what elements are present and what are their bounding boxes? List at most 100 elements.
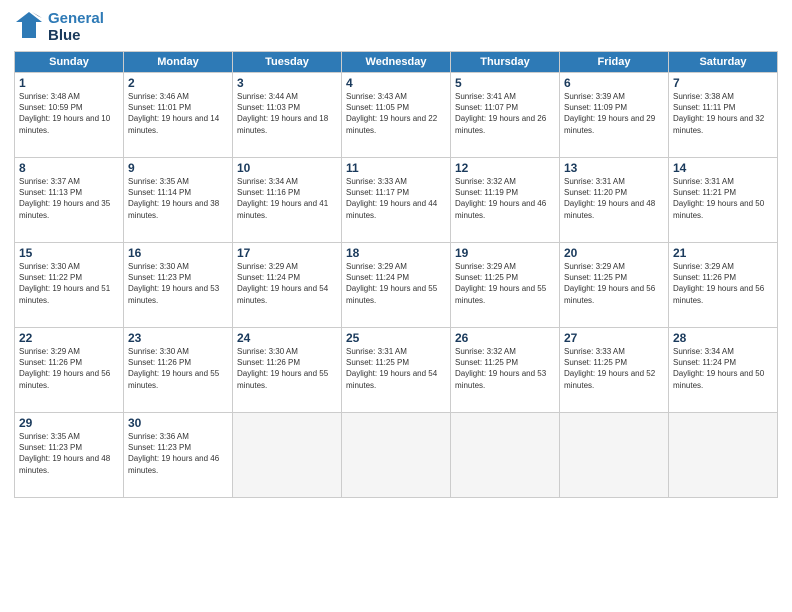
day-info: Sunrise: 3:39 AM Sunset: 11:09 PM Daylig… bbox=[564, 91, 664, 136]
calendar-cell: 5 Sunrise: 3:41 AM Sunset: 11:07 PM Dayl… bbox=[451, 73, 560, 158]
day-info: Sunrise: 3:33 AM Sunset: 11:17 PM Daylig… bbox=[346, 176, 446, 221]
day-number: 13 bbox=[564, 161, 664, 175]
day-info: Sunrise: 3:29 AM Sunset: 11:26 PM Daylig… bbox=[673, 261, 773, 306]
page-container: GeneralBlue SundayMondayTuesdayWednesday… bbox=[0, 0, 792, 612]
day-number: 29 bbox=[19, 416, 119, 430]
day-info: Sunrise: 3:29 AM Sunset: 11:24 PM Daylig… bbox=[237, 261, 337, 306]
day-number: 18 bbox=[346, 246, 446, 260]
calendar-cell: 27 Sunrise: 3:33 AM Sunset: 11:25 PM Day… bbox=[560, 328, 669, 413]
calendar-cell: 2 Sunrise: 3:46 AM Sunset: 11:01 PM Dayl… bbox=[124, 73, 233, 158]
day-number: 26 bbox=[455, 331, 555, 345]
day-number: 14 bbox=[673, 161, 773, 175]
day-number: 4 bbox=[346, 76, 446, 90]
calendar-cell: 29 Sunrise: 3:35 AM Sunset: 11:23 PM Day… bbox=[15, 413, 124, 498]
day-info: Sunrise: 3:29 AM Sunset: 11:25 PM Daylig… bbox=[564, 261, 664, 306]
calendar-cell: 8 Sunrise: 3:37 AM Sunset: 11:13 PM Dayl… bbox=[15, 158, 124, 243]
calendar-cell: 26 Sunrise: 3:32 AM Sunset: 11:25 PM Day… bbox=[451, 328, 560, 413]
day-number: 8 bbox=[19, 161, 119, 175]
calendar-cell: 20 Sunrise: 3:29 AM Sunset: 11:25 PM Day… bbox=[560, 243, 669, 328]
day-number: 21 bbox=[673, 246, 773, 260]
calendar-cell: 12 Sunrise: 3:32 AM Sunset: 11:19 PM Day… bbox=[451, 158, 560, 243]
day-number: 27 bbox=[564, 331, 664, 345]
calendar-cell: 17 Sunrise: 3:29 AM Sunset: 11:24 PM Day… bbox=[233, 243, 342, 328]
logo-icon bbox=[14, 10, 44, 45]
day-number: 1 bbox=[19, 76, 119, 90]
calendar-cell: 11 Sunrise: 3:33 AM Sunset: 11:17 PM Day… bbox=[342, 158, 451, 243]
day-info: Sunrise: 3:29 AM Sunset: 11:24 PM Daylig… bbox=[346, 261, 446, 306]
day-number: 15 bbox=[19, 246, 119, 260]
day-info: Sunrise: 3:48 AM Sunset: 10:59 PM Daylig… bbox=[19, 91, 119, 136]
calendar-cell: 13 Sunrise: 3:31 AM Sunset: 11:20 PM Day… bbox=[560, 158, 669, 243]
weekday-header: Wednesday bbox=[342, 52, 451, 73]
calendar-cell: 15 Sunrise: 3:30 AM Sunset: 11:22 PM Day… bbox=[15, 243, 124, 328]
day-info: Sunrise: 3:36 AM Sunset: 11:23 PM Daylig… bbox=[128, 431, 228, 476]
calendar-cell: 22 Sunrise: 3:29 AM Sunset: 11:26 PM Day… bbox=[15, 328, 124, 413]
logo-text: GeneralBlue bbox=[48, 11, 104, 44]
day-info: Sunrise: 3:41 AM Sunset: 11:07 PM Daylig… bbox=[455, 91, 555, 136]
day-number: 19 bbox=[455, 246, 555, 260]
day-info: Sunrise: 3:34 AM Sunset: 11:16 PM Daylig… bbox=[237, 176, 337, 221]
day-number: 17 bbox=[237, 246, 337, 260]
day-info: Sunrise: 3:30 AM Sunset: 11:26 PM Daylig… bbox=[237, 346, 337, 391]
calendar-cell: 19 Sunrise: 3:29 AM Sunset: 11:25 PM Day… bbox=[451, 243, 560, 328]
day-number: 7 bbox=[673, 76, 773, 90]
day-number: 3 bbox=[237, 76, 337, 90]
day-info: Sunrise: 3:35 AM Sunset: 11:14 PM Daylig… bbox=[128, 176, 228, 221]
day-number: 5 bbox=[455, 76, 555, 90]
day-info: Sunrise: 3:31 AM Sunset: 11:25 PM Daylig… bbox=[346, 346, 446, 391]
calendar-cell: 1 Sunrise: 3:48 AM Sunset: 10:59 PM Dayl… bbox=[15, 73, 124, 158]
day-number: 30 bbox=[128, 416, 228, 430]
calendar-cell bbox=[560, 413, 669, 498]
day-number: 23 bbox=[128, 331, 228, 345]
calendar-cell bbox=[233, 413, 342, 498]
weekday-header: Monday bbox=[124, 52, 233, 73]
logo: GeneralBlue bbox=[14, 10, 104, 45]
calendar-cell: 9 Sunrise: 3:35 AM Sunset: 11:14 PM Dayl… bbox=[124, 158, 233, 243]
weekday-header: Sunday bbox=[15, 52, 124, 73]
day-number: 6 bbox=[564, 76, 664, 90]
day-info: Sunrise: 3:43 AM Sunset: 11:05 PM Daylig… bbox=[346, 91, 446, 136]
day-info: Sunrise: 3:37 AM Sunset: 11:13 PM Daylig… bbox=[19, 176, 119, 221]
day-number: 10 bbox=[237, 161, 337, 175]
calendar-cell: 7 Sunrise: 3:38 AM Sunset: 11:11 PM Dayl… bbox=[669, 73, 778, 158]
day-number: 24 bbox=[237, 331, 337, 345]
calendar-cell: 16 Sunrise: 3:30 AM Sunset: 11:23 PM Day… bbox=[124, 243, 233, 328]
calendar-cell bbox=[669, 413, 778, 498]
day-info: Sunrise: 3:30 AM Sunset: 11:26 PM Daylig… bbox=[128, 346, 228, 391]
calendar-cell: 30 Sunrise: 3:36 AM Sunset: 11:23 PM Day… bbox=[124, 413, 233, 498]
calendar-cell: 4 Sunrise: 3:43 AM Sunset: 11:05 PM Dayl… bbox=[342, 73, 451, 158]
day-info: Sunrise: 3:30 AM Sunset: 11:22 PM Daylig… bbox=[19, 261, 119, 306]
day-info: Sunrise: 3:33 AM Sunset: 11:25 PM Daylig… bbox=[564, 346, 664, 391]
day-info: Sunrise: 3:34 AM Sunset: 11:24 PM Daylig… bbox=[673, 346, 773, 391]
day-info: Sunrise: 3:32 AM Sunset: 11:19 PM Daylig… bbox=[455, 176, 555, 221]
day-number: 25 bbox=[346, 331, 446, 345]
day-number: 20 bbox=[564, 246, 664, 260]
calendar-cell: 10 Sunrise: 3:34 AM Sunset: 11:16 PM Day… bbox=[233, 158, 342, 243]
calendar-cell bbox=[451, 413, 560, 498]
day-info: Sunrise: 3:29 AM Sunset: 11:26 PM Daylig… bbox=[19, 346, 119, 391]
calendar-cell: 18 Sunrise: 3:29 AM Sunset: 11:24 PM Day… bbox=[342, 243, 451, 328]
day-info: Sunrise: 3:38 AM Sunset: 11:11 PM Daylig… bbox=[673, 91, 773, 136]
day-number: 28 bbox=[673, 331, 773, 345]
weekday-header: Saturday bbox=[669, 52, 778, 73]
weekday-header: Friday bbox=[560, 52, 669, 73]
calendar-cell: 3 Sunrise: 3:44 AM Sunset: 11:03 PM Dayl… bbox=[233, 73, 342, 158]
calendar-cell: 23 Sunrise: 3:30 AM Sunset: 11:26 PM Day… bbox=[124, 328, 233, 413]
day-info: Sunrise: 3:32 AM Sunset: 11:25 PM Daylig… bbox=[455, 346, 555, 391]
calendar-table: SundayMondayTuesdayWednesdayThursdayFrid… bbox=[14, 51, 778, 498]
day-info: Sunrise: 3:31 AM Sunset: 11:20 PM Daylig… bbox=[564, 176, 664, 221]
calendar-cell: 24 Sunrise: 3:30 AM Sunset: 11:26 PM Day… bbox=[233, 328, 342, 413]
calendar-cell: 21 Sunrise: 3:29 AM Sunset: 11:26 PM Day… bbox=[669, 243, 778, 328]
day-info: Sunrise: 3:46 AM Sunset: 11:01 PM Daylig… bbox=[128, 91, 228, 136]
header: GeneralBlue bbox=[14, 10, 778, 45]
day-number: 16 bbox=[128, 246, 228, 260]
day-info: Sunrise: 3:44 AM Sunset: 11:03 PM Daylig… bbox=[237, 91, 337, 136]
day-number: 11 bbox=[346, 161, 446, 175]
day-info: Sunrise: 3:35 AM Sunset: 11:23 PM Daylig… bbox=[19, 431, 119, 476]
calendar-cell: 6 Sunrise: 3:39 AM Sunset: 11:09 PM Dayl… bbox=[560, 73, 669, 158]
day-number: 12 bbox=[455, 161, 555, 175]
day-info: Sunrise: 3:29 AM Sunset: 11:25 PM Daylig… bbox=[455, 261, 555, 306]
calendar-cell: 14 Sunrise: 3:31 AM Sunset: 11:21 PM Day… bbox=[669, 158, 778, 243]
day-number: 22 bbox=[19, 331, 119, 345]
day-info: Sunrise: 3:31 AM Sunset: 11:21 PM Daylig… bbox=[673, 176, 773, 221]
